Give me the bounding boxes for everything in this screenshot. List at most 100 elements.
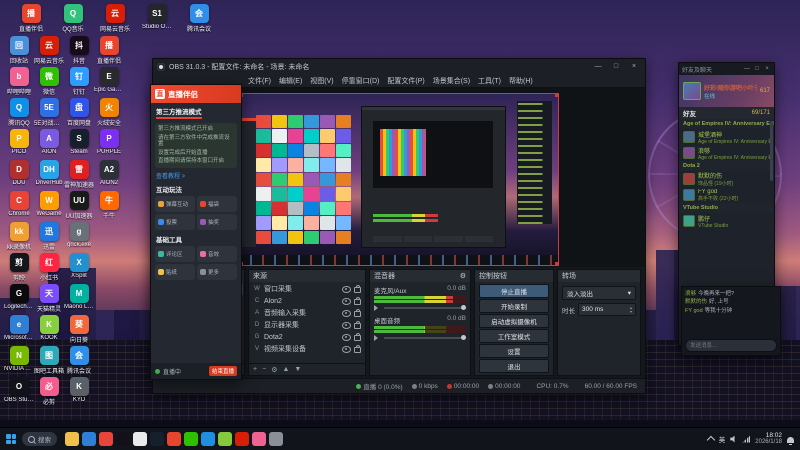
mixer-settings-icon[interactable]: ⚙ xyxy=(460,272,466,280)
desktop-icon[interactable]: 雷 雷神加速器 xyxy=(64,160,94,191)
menu-item[interactable]: 工具(T) xyxy=(475,76,504,86)
desktop-icon[interactable]: 回 回收站 xyxy=(4,36,34,67)
live-companion-header[interactable]: 直 直播伴侣 xyxy=(151,85,241,103)
add-source-button[interactable]: + xyxy=(253,366,257,373)
feature-card[interactable]: 弹幕互动 xyxy=(155,195,195,212)
desktop-icon[interactable]: 牛 千牛 xyxy=(94,191,124,222)
taskbar-app-icon[interactable] xyxy=(269,432,283,446)
lock-icon[interactable] xyxy=(354,333,361,341)
lock-icon[interactable] xyxy=(354,297,361,305)
avatar[interactable] xyxy=(683,82,701,100)
desktop-icon[interactable]: 天 天猫精灵 xyxy=(34,284,64,315)
friend-row[interactable]: FY god 高手不败 (22小时) xyxy=(679,187,774,203)
source-item[interactable]: A 音频输入采集 xyxy=(250,307,364,319)
selection-handle[interactable] xyxy=(555,94,558,97)
control-button[interactable]: 退出 xyxy=(479,359,549,373)
desktop-icon[interactable]: 5E 5E对战平台 xyxy=(34,98,64,129)
feature-card[interactable]: 福袋 xyxy=(197,195,237,212)
move-source-down-button[interactable]: ▼ xyxy=(294,366,301,373)
taskbar-app-icon[interactable] xyxy=(116,432,130,446)
desktop-icon[interactable]: e Microsoft Edge xyxy=(4,315,34,346)
lock-icon[interactable] xyxy=(354,309,361,317)
maximize-button[interactable]: □ xyxy=(753,66,761,72)
menu-item[interactable]: 视图(V) xyxy=(307,76,336,86)
taskbar-app-icon[interactable] xyxy=(167,432,181,446)
taskbar-clock[interactable]: 18:02 2026/1/18 xyxy=(755,432,782,446)
friend-row[interactable]: 鹏仔 VTube Studio xyxy=(679,213,774,229)
desktop-icon[interactable]: g gnck.exe xyxy=(64,222,94,253)
desktop-icon[interactable]: C Chrome xyxy=(4,191,34,222)
slider-handle[interactable] xyxy=(461,305,466,310)
close-button[interactable]: × xyxy=(763,66,771,72)
help-link[interactable]: 查看教程 > xyxy=(156,171,236,180)
chat-input[interactable] xyxy=(685,339,777,352)
desktop-icon[interactable]: M Maono Link xyxy=(64,284,94,315)
desktop-icon[interactable]: 钉 钉钉 xyxy=(64,67,94,98)
transition-select[interactable]: 淡入淡出 ▾ xyxy=(562,286,636,300)
feature-card[interactable]: 投票 xyxy=(155,213,195,230)
desktop-icon[interactable]: 播 直播伴侣 xyxy=(16,4,46,35)
desktop-icon[interactable]: DH DriverHub xyxy=(34,160,64,191)
desktop-icon[interactable]: 迅 迅雷 xyxy=(34,222,64,253)
visibility-eye-icon[interactable] xyxy=(342,285,351,293)
profile-name[interactable]: 好彩!随你游吧小叶子 xyxy=(704,83,757,92)
desktop-icon[interactable]: 红 小红书 xyxy=(34,253,64,284)
taskbar-app-icon[interactable] xyxy=(201,432,215,446)
source-item[interactable]: V 视频采集设备 xyxy=(250,343,364,355)
desktop-icon[interactable]: 葵 向日葵 xyxy=(64,315,94,346)
desktop-icon[interactable]: 火 火绒安全 xyxy=(94,98,124,129)
taskbar-app-icon[interactable] xyxy=(235,432,249,446)
desktop-icon[interactable]: kk kk录像机 xyxy=(4,222,34,253)
feature-card[interactable]: 贴纸 xyxy=(155,263,195,280)
lock-icon[interactable] xyxy=(354,285,361,293)
source-properties-button[interactable]: ⚙ xyxy=(271,366,277,374)
desktop-icon[interactable]: S Steam xyxy=(64,129,94,160)
network-icon[interactable] xyxy=(742,435,751,443)
friends-titlebar[interactable]: 好友及聊天 — □ × xyxy=(679,63,774,75)
desktop-icon[interactable]: E Epic Games xyxy=(94,67,124,98)
desktop-icon[interactable]: 微 微信 xyxy=(34,67,64,98)
desktop-icon[interactable]: D DDU xyxy=(4,160,34,191)
obs-titlebar[interactable]: OBS 31.0.3 - 配置文件: 未命名 - 场景: 未命名 — □ × xyxy=(153,59,645,74)
visibility-eye-icon[interactable] xyxy=(342,309,351,317)
close-button[interactable]: × xyxy=(627,63,641,70)
desktop-icon[interactable]: A AION xyxy=(34,129,64,160)
scrollbar[interactable] xyxy=(770,121,773,181)
control-button[interactable]: 工作室模式 xyxy=(479,329,549,343)
visibility-eye-icon[interactable] xyxy=(342,333,351,341)
taskbar-app-icon[interactable] xyxy=(82,432,96,446)
feature-card[interactable]: 更多 xyxy=(197,263,237,280)
minimize-button[interactable]: — xyxy=(743,66,751,72)
control-button[interactable]: 启动虚拟摄像机 xyxy=(479,314,549,328)
tab-third-party-stream[interactable]: 第三方推流模式 xyxy=(156,106,202,119)
desktop-icon[interactable]: Q 腾讯QQ xyxy=(4,98,34,129)
desktop-icon[interactable]: N NVIDIA App xyxy=(4,346,34,377)
menu-item[interactable]: 编辑(E) xyxy=(276,76,305,86)
desktop-icon[interactable]: X XSplit xyxy=(64,253,94,284)
desktop-icon[interactable]: 图 图吧工具箱 xyxy=(34,346,64,377)
game-group-header[interactable]: Age of Empires IV: Anniversary Editi xyxy=(679,119,774,129)
taskbar-search[interactable]: 搜索 xyxy=(22,432,57,446)
menu-item[interactable]: 文件(F) xyxy=(245,76,274,86)
remove-source-button[interactable]: − xyxy=(262,366,266,373)
speaker-icon[interactable] xyxy=(374,335,381,341)
desktop-icon[interactable]: W WeGame xyxy=(34,191,64,222)
minimize-button[interactable]: — xyxy=(591,63,605,70)
control-button[interactable]: 停止直播 xyxy=(479,284,549,298)
volume-slider[interactable] xyxy=(374,305,466,311)
source-item[interactable]: G Dota2 xyxy=(250,331,364,343)
preview-canvas-source[interactable] xyxy=(240,94,558,265)
source-item[interactable]: D 显示器采集 xyxy=(250,319,364,331)
notification-bell-icon[interactable] xyxy=(787,436,794,445)
feature-card[interactable]: 评论区 xyxy=(155,245,195,262)
desktop-icon[interactable]: 云 网易云音乐 xyxy=(34,36,64,67)
language-indicator[interactable]: 英 xyxy=(719,434,726,444)
control-button[interactable]: 开始录制 xyxy=(479,299,549,313)
taskbar-app-icon[interactable] xyxy=(184,432,198,446)
game-group-header[interactable]: VTube Studio xyxy=(679,203,774,213)
game-group-header[interactable]: Dota 2 xyxy=(679,161,774,171)
desktop-icon[interactable]: K KYD xyxy=(64,377,94,408)
desktop-icon[interactable]: 会 腾讯会议 xyxy=(184,4,214,35)
desktop-icon[interactable]: 盘 百度网盘 xyxy=(64,98,94,129)
menu-item[interactable]: 帮助(H) xyxy=(506,76,536,86)
